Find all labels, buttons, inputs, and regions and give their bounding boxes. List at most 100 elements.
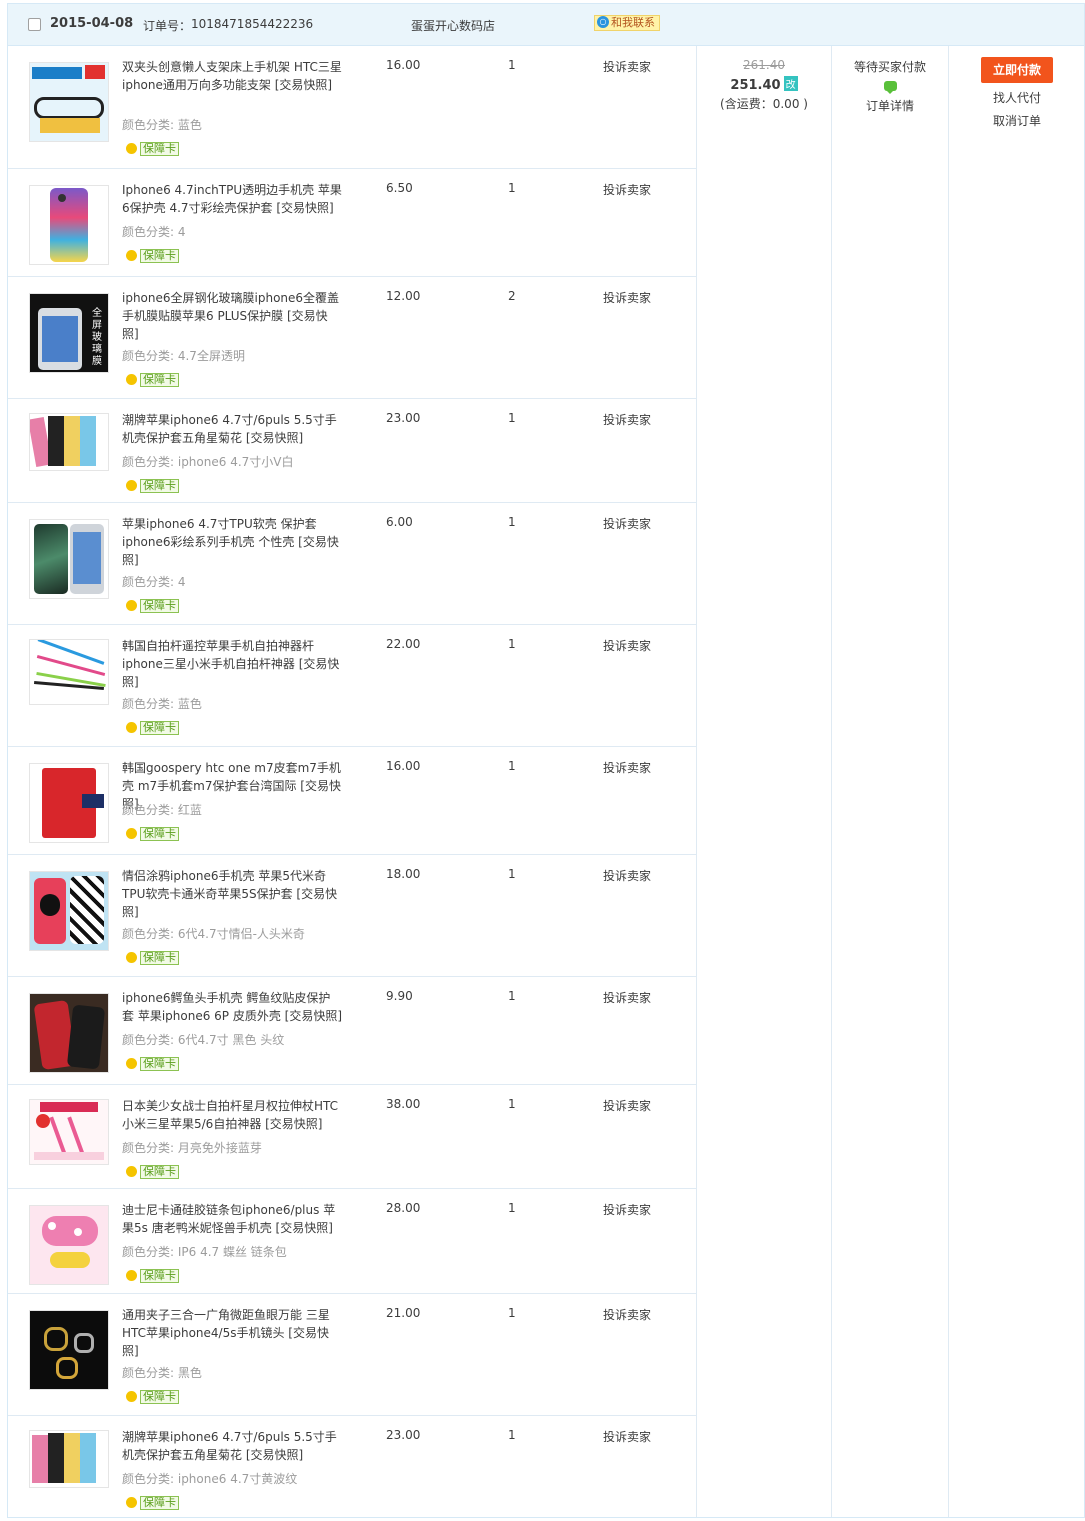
product-title-link[interactable]: 通用夹子三合一广角微距鱼眼万能 三星HTC苹果iphone4/5s手机镜头 [交… [122, 1306, 342, 1360]
guarantee-label: 保障卡 [140, 827, 179, 841]
product-thumbnail[interactable] [29, 185, 109, 265]
product-thumbnail[interactable]: 全屏玻璃膜 [29, 293, 109, 373]
product-title-link[interactable]: iphone6全屏钢化玻璃膜iphone6全覆盖手机膜贴膜苹果6 PLUS保护膜… [122, 289, 342, 343]
unit-price: 9.90 [386, 989, 413, 1003]
complain-seller-link[interactable]: 投诉卖家 [603, 867, 651, 884]
product-title-link[interactable]: 双夹头创意懒人支架床上手机架 HTC三星iphone通用万向多功能支架 [交易快… [122, 58, 342, 94]
order-number-label: 订单号： [143, 19, 192, 33]
product-thumbnail[interactable] [29, 871, 109, 951]
complain-seller-link[interactable]: 投诉卖家 [603, 58, 651, 75]
unit-price: 16.00 [386, 58, 421, 72]
guarantee-badge[interactable]: 保障卡 [126, 1390, 179, 1404]
price-modified-badge: 改 [783, 76, 798, 91]
contact-seller-button[interactable]: ○ 和我联系 [594, 15, 660, 31]
quantity: 1 [508, 989, 516, 1003]
complain-seller-link[interactable]: 投诉卖家 [603, 1428, 651, 1445]
chat-bubble-icon: ○ [597, 16, 609, 28]
order-item: 韩国goospery htc one m7皮套m7手机壳 m7手机套m7保护套台… [8, 747, 696, 855]
guarantee-icon [126, 250, 137, 261]
guarantee-label: 保障卡 [140, 1390, 179, 1404]
guarantee-badge[interactable]: 保障卡 [126, 1057, 179, 1071]
guarantee-badge[interactable]: 保障卡 [126, 599, 179, 613]
order-detail-link[interactable]: 订单详情 [832, 97, 948, 114]
message-icon[interactable] [883, 81, 897, 94]
product-thumbnail[interactable] [29, 413, 109, 471]
pay-now-button[interactable]: 立即付款 [981, 57, 1053, 83]
product-title-link[interactable]: 苹果iphone6 4.7寸TPU软壳 保护套 iphone6彩绘系列手机壳 个… [122, 515, 342, 569]
order-item: 潮牌苹果iphone6 4.7寸/6puls 5.5寸手机壳保护套五角星菊花 [… [8, 399, 696, 503]
quantity: 1 [508, 58, 516, 72]
guarantee-icon [126, 374, 137, 385]
guarantee-icon [126, 600, 137, 611]
guarantee-badge[interactable]: 保障卡 [126, 1496, 179, 1510]
product-title-link[interactable]: 潮牌苹果iphone6 4.7寸/6puls 5.5寸手机壳保护套五角星菊花 [… [122, 1428, 342, 1464]
order-status: 等待买家付款 [853, 60, 926, 74]
order-item: 日本美少女战士自拍杆星月权拉伸杖HTC小米三星苹果5/6自拍神器 [交易快照] … [8, 1085, 696, 1189]
complain-seller-link[interactable]: 投诉卖家 [603, 515, 651, 532]
guarantee-badge[interactable]: 保障卡 [126, 827, 179, 841]
complain-seller-link[interactable]: 投诉卖家 [603, 989, 651, 1006]
product-sku: 颜色分类: 4 [122, 575, 186, 589]
product-thumbnail[interactable] [29, 62, 109, 142]
guarantee-label: 保障卡 [140, 373, 179, 387]
order-checkbox[interactable] [28, 18, 41, 31]
unit-price: 18.00 [386, 867, 421, 881]
contact-seller-label: 和我联系 [611, 16, 655, 29]
complain-seller-link[interactable]: 投诉卖家 [603, 181, 651, 198]
guarantee-badge[interactable]: 保障卡 [126, 479, 179, 493]
product-sku: 颜色分类: 红蓝 [122, 803, 202, 817]
shop-name-link[interactable]: 蛋蛋开心数码店 [411, 17, 495, 34]
guarantee-icon [126, 1058, 137, 1069]
product-thumbnail[interactable] [29, 1205, 109, 1285]
order-item: 迪士尼卡通硅胶链条包iphone6/plus 苹果5s 唐老鸭米妮怪兽手机壳 [… [8, 1189, 696, 1294]
order-operations-column: 立即付款 找人代付 取消订单 [949, 46, 1085, 129]
unit-price: 23.00 [386, 411, 421, 425]
order-status-column: 等待买家付款 订单详情 [832, 46, 948, 114]
complain-seller-link[interactable]: 投诉卖家 [603, 1201, 651, 1218]
product-sku: 颜色分类: 蓝色 [122, 697, 202, 711]
guarantee-badge[interactable]: 保障卡 [126, 373, 179, 387]
quantity: 1 [508, 1097, 516, 1111]
guarantee-badge[interactable]: 保障卡 [126, 142, 179, 156]
guarantee-badge[interactable]: 保障卡 [126, 249, 179, 263]
quantity: 1 [508, 1428, 516, 1442]
product-title-link[interactable]: 日本美少女战士自拍杆星月权拉伸杖HTC小米三星苹果5/6自拍神器 [交易快照] [122, 1097, 342, 1133]
product-thumbnail[interactable] [29, 1099, 109, 1165]
cancel-order-link[interactable]: 取消订单 [949, 112, 1085, 129]
product-thumbnail[interactable] [29, 639, 109, 705]
order-header: 2015-04-08 订单号： 1018471854422236 蛋蛋开心数码店… [8, 4, 1084, 46]
product-title-link[interactable]: 情侣涂鸦iphone6手机壳 苹果5代米奇TPU软壳卡通米奇苹果5S保护套 [交… [122, 867, 342, 921]
product-thumbnail[interactable] [29, 1430, 109, 1488]
product-sku: 颜色分类: 蓝色 [122, 118, 202, 132]
product-title-link[interactable]: iphone6鳄鱼头手机壳 鳄鱼纹贴皮保护套 苹果iphone6 6P 皮质外壳… [122, 989, 342, 1025]
product-title-link[interactable]: 韩国自拍杆遥控苹果手机自拍神器杆 iphone三星小米手机自拍杆神器 [交易快照… [122, 637, 342, 691]
guarantee-badge[interactable]: 保障卡 [126, 1165, 179, 1179]
product-title-link[interactable]: Iphone6 4.7inchTPU透明边手机壳 苹果6保护壳 4.7寸彩绘壳保… [122, 181, 342, 217]
complain-seller-link[interactable]: 投诉卖家 [603, 411, 651, 428]
real-price-value: 251.40 [730, 78, 781, 93]
guarantee-badge[interactable]: 保障卡 [126, 1269, 179, 1283]
complain-seller-link[interactable]: 投诉卖家 [603, 1306, 651, 1323]
product-thumbnail[interactable] [29, 993, 109, 1073]
guarantee-label: 保障卡 [140, 142, 179, 156]
product-thumbnail[interactable] [29, 763, 109, 843]
unit-price: 6.00 [386, 515, 413, 529]
guarantee-label: 保障卡 [140, 721, 179, 735]
product-title-link[interactable]: 潮牌苹果iphone6 4.7寸/6puls 5.5寸手机壳保护套五角星菊花 [… [122, 411, 342, 447]
product-title-link[interactable]: 迪士尼卡通硅胶链条包iphone6/plus 苹果5s 唐老鸭米妮怪兽手机壳 [… [122, 1201, 342, 1237]
guarantee-label: 保障卡 [140, 1269, 179, 1283]
guarantee-badge[interactable]: 保障卡 [126, 951, 179, 965]
complain-seller-link[interactable]: 投诉卖家 [603, 1097, 651, 1114]
complain-seller-link[interactable]: 投诉卖家 [603, 289, 651, 306]
guarantee-icon [126, 1391, 137, 1402]
column-divider [831, 46, 832, 1517]
order-item: 韩国自拍杆遥控苹果手机自拍神器杆 iphone三星小米手机自拍杆神器 [交易快照… [8, 625, 696, 747]
complain-seller-link[interactable]: 投诉卖家 [603, 637, 651, 654]
unit-price: 6.50 [386, 181, 413, 195]
product-thumbnail[interactable] [29, 1310, 109, 1390]
quantity: 1 [508, 867, 516, 881]
product-thumbnail[interactable] [29, 519, 109, 599]
guarantee-badge[interactable]: 保障卡 [126, 721, 179, 735]
proxy-pay-link[interactable]: 找人代付 [949, 89, 1085, 106]
complain-seller-link[interactable]: 投诉卖家 [603, 759, 651, 776]
